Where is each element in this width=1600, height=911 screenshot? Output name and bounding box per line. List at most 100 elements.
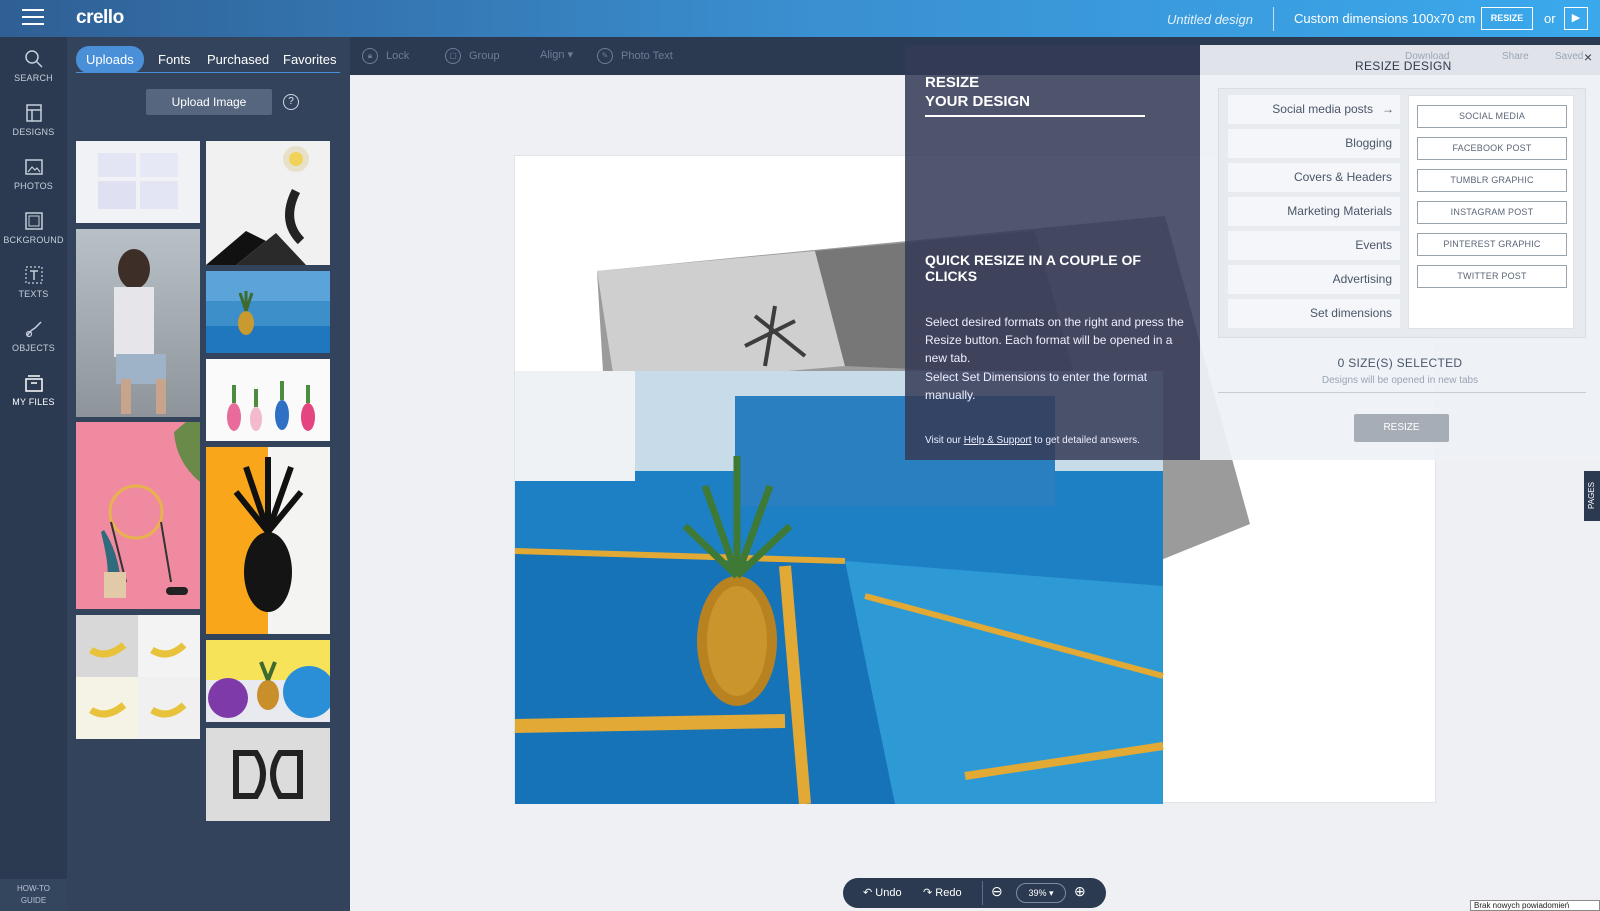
category-covers-headers[interactable]: Covers & Headers [1228, 163, 1400, 192]
category-set-dimensions[interactable]: Set dimensions [1228, 299, 1400, 328]
upload-thumbnail[interactable] [76, 422, 200, 609]
help-note-prefix: Visit our [925, 435, 964, 446]
undo-button[interactable]: ↶ Undo [863, 886, 902, 899]
upload-thumbnail[interactable] [206, 640, 330, 722]
category-marketing-materials[interactable]: Marketing Materials [1228, 197, 1400, 226]
category-events[interactable]: Events [1228, 231, 1400, 260]
category-social-media-posts[interactable]: Social media posts → [1228, 95, 1400, 124]
nav-item-background[interactable]: BCKGROUND [0, 201, 67, 255]
tab-uploads[interactable]: Uploads [76, 46, 144, 73]
tab-fonts[interactable]: Fonts [158, 46, 191, 73]
zoom-select[interactable]: 39% ▾ [1016, 883, 1066, 903]
background-icon [24, 211, 44, 231]
help-note: Visit our Help & Support to get detailed… [925, 435, 1140, 446]
group-button[interactable]: ▢ Group [445, 48, 500, 64]
top-bar: crello Untitled design Custom dimensions… [0, 0, 1600, 37]
photo-text-icon: ✎ [597, 48, 613, 64]
my-files-icon [24, 373, 44, 393]
format-tumblr-graphic[interactable]: TUMBLR GRAPHIC [1417, 169, 1567, 192]
nav-label: SEARCH [14, 73, 53, 83]
nav-item-search[interactable]: SEARCH [0, 39, 67, 93]
texts-icon [24, 265, 44, 285]
or-label: or [1544, 11, 1556, 26]
category-blogging[interactable]: Blogging [1228, 129, 1400, 158]
redo-label: Redo [935, 887, 962, 899]
upload-thumbnail[interactable] [76, 229, 200, 417]
logo[interactable]: crello [76, 7, 124, 29]
format-facebook-post[interactable]: FACEBOOK POST [1417, 137, 1567, 160]
undo-label: Undo [875, 887, 902, 899]
photos-icon [24, 157, 44, 177]
play-icon[interactable]: ▶ [1564, 7, 1588, 30]
document-title[interactable]: Untitled design [1167, 12, 1253, 27]
zoom-out-icon[interactable]: ⊖ [991, 883, 1003, 900]
resize-panel-title: RESIZE YOUR DESIGN [925, 73, 1030, 111]
chevron-down-icon: ▾ [567, 49, 574, 61]
tab-favorites[interactable]: Favorites [283, 46, 336, 73]
upload-thumbnail[interactable] [206, 141, 330, 265]
zoom-in-icon[interactable]: ⊕ [1074, 883, 1086, 900]
lock-button[interactable]: 🔒︎ Lock [362, 48, 409, 64]
menu-icon[interactable] [22, 9, 44, 27]
sizes-selected-count: 0 SIZE(S) SELECTED [1337, 356, 1463, 370]
nav-item-objects[interactable]: OBJECTS [0, 309, 67, 363]
tab-purchased[interactable]: Purchased [207, 46, 269, 73]
photo-text-button[interactable]: ✎ Photo Text [597, 48, 673, 64]
nav-label: DESIGNS [12, 127, 55, 137]
nav-label: TEXTS [18, 289, 49, 299]
align-dropdown[interactable]: Align ▾ [540, 48, 573, 61]
arrow-right-icon: → [1382, 102, 1394, 116]
resize-title-line-2: YOUR DESIGN [925, 93, 1031, 110]
nav-label: MY FILES [12, 397, 55, 407]
zoom-value: 39% [1028, 888, 1047, 898]
pages-tab[interactable]: PAGES [1584, 471, 1600, 521]
divider [982, 881, 983, 905]
format-instagram-post[interactable]: INSTAGRAM POST [1417, 201, 1567, 224]
upload-thumbnail[interactable] [206, 447, 330, 634]
upload-thumbnail[interactable] [76, 141, 200, 223]
format-picker: Social media posts → Blogging Covers & He… [1218, 88, 1586, 338]
divider [1218, 392, 1586, 393]
category-advertising[interactable]: Advertising [1228, 265, 1400, 294]
resize-title-line-1: RESIZE [925, 74, 980, 91]
undo-icon: ↶ [863, 887, 876, 899]
sizes-note: Designs will be opened in new tabs [1321, 375, 1479, 386]
share-link[interactable]: Share [1502, 51, 1529, 62]
format-social-media[interactable]: SOCIAL MEDIA [1417, 105, 1567, 128]
nav-item-designs[interactable]: DESIGNS [0, 93, 67, 147]
lock-icon: 🔒︎ [362, 48, 378, 64]
panel-tabs: Uploads Fonts Purchased Favorites [76, 46, 340, 73]
divider [925, 115, 1145, 117]
objects-icon [24, 319, 44, 339]
align-label: Align [540, 49, 565, 61]
divider [1273, 7, 1274, 31]
close-icon[interactable]: × [1584, 49, 1592, 65]
upload-thumbnail[interactable] [206, 359, 330, 441]
saved-status: Saved [1555, 51, 1584, 62]
resize-submit-button[interactable]: RESIZE [1354, 414, 1449, 442]
format-pinterest-graphic[interactable]: PINTEREST GRAPHIC [1417, 233, 1567, 256]
help-icon[interactable]: ? [283, 94, 299, 110]
nav-label: PHOTOS [13, 181, 54, 191]
dimensions-label: Custom dimensions 100x70 cm [1294, 11, 1476, 26]
redo-button[interactable]: ↷ Redo [923, 886, 962, 899]
nav-item-my-files[interactable]: MY FILES [0, 363, 67, 417]
quick-resize-heading: QUICK RESIZE IN A COUPLE OF CLICKS [925, 252, 1141, 284]
format-list: SOCIAL MEDIA FACEBOOK POST TUMBLR GRAPHI… [1408, 95, 1574, 329]
upload-thumbnail[interactable] [206, 271, 330, 353]
how-to-guide-button[interactable]: HOW-TO GUIDE [0, 879, 67, 911]
history-zoom-bar: ↶ Undo ↷ Redo ⊖ 39% ▾ ⊕ [843, 878, 1106, 908]
photo-text-label: Photo Text [621, 49, 673, 62]
upload-thumbnail[interactable] [206, 728, 330, 821]
format-twitter-post[interactable]: TWITTER POST [1417, 265, 1567, 288]
notification-tooltip: Brak nowych powiadomień [1470, 900, 1600, 911]
upload-thumbnail[interactable] [76, 615, 200, 739]
nav-item-photos[interactable]: PHOTOS [0, 147, 67, 201]
uploads-panel: Uploads Fonts Purchased Favorites Upload… [67, 37, 350, 911]
help-support-link[interactable]: Help & Support [964, 435, 1032, 446]
upload-image-button[interactable]: Upload Image [146, 89, 272, 115]
resize-button[interactable]: RESIZE [1481, 7, 1533, 30]
nav-item-texts[interactable]: TEXTS [0, 255, 67, 309]
nav-label: BCKGROUND [3, 235, 64, 245]
left-nav: SEARCH DESIGNS PHOTOS BCKGROUND TEXTS OB… [0, 37, 67, 911]
